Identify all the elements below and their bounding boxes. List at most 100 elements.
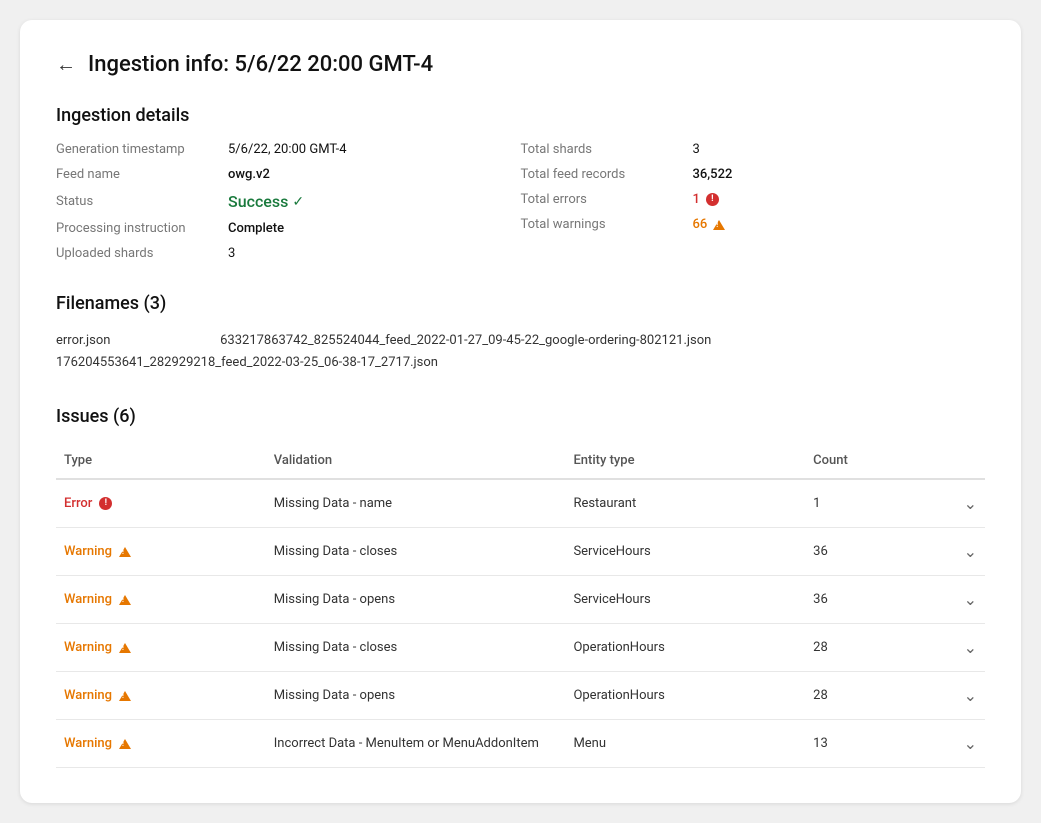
type-warning-cell: Warning: [64, 592, 258, 607]
total-shards-row: Total shards 3: [521, 142, 986, 157]
page-title: Ingestion info: 5/6/22 20:00 GMT-4: [88, 52, 433, 77]
row-warning-icon: [119, 691, 131, 701]
uploaded-shards-label: Uploaded shards: [56, 246, 216, 261]
entity-type-cell: Menu: [565, 720, 805, 768]
back-button[interactable]: ←: [56, 52, 76, 77]
count-cell: 36: [805, 528, 925, 576]
total-warnings-badge: 66: [693, 217, 726, 232]
status-label: Status: [56, 194, 216, 209]
count-cell: 28: [805, 624, 925, 672]
total-warnings-value: 66: [693, 217, 708, 232]
ingestion-details-section: Ingestion details Generation timestamp 5…: [56, 105, 985, 261]
type-error-cell: Error !: [64, 496, 258, 511]
expand-row-button[interactable]: ⌄: [964, 590, 977, 609]
uploaded-shards-row: Uploaded shards 3: [56, 246, 521, 261]
generation-timestamp-row: Generation timestamp 5/6/22, 20:00 GMT-4: [56, 142, 521, 157]
validation-cell: Missing Data - closes: [266, 624, 566, 672]
generation-timestamp-label: Generation timestamp: [56, 142, 216, 157]
feed-name-value: owg.v2: [228, 167, 270, 182]
entity-type-cell: ServiceHours: [565, 576, 805, 624]
col-header-action: [925, 443, 985, 479]
main-card: ← Ingestion info: 5/6/22 20:00 GMT-4 Ing…: [20, 20, 1021, 803]
total-errors-value: 1: [693, 192, 700, 207]
details-left-col: Generation timestamp 5/6/22, 20:00 GMT-4…: [56, 142, 521, 261]
filenames-title: Filenames (3): [56, 293, 985, 314]
table-row: Warning Missing Data - opensServiceHours…: [56, 576, 985, 624]
issues-section: Issues (6) Type Validation Entity type C…: [56, 406, 985, 768]
feed-name-row: Feed name owg.v2: [56, 167, 521, 182]
ingestion-details-title: Ingestion details: [56, 105, 985, 126]
table-row: Warning Missing Data - closesServiceHour…: [56, 528, 985, 576]
table-row: Warning Missing Data - closesOperationHo…: [56, 624, 985, 672]
validation-cell: Missing Data - name: [266, 479, 566, 528]
total-feed-records-label: Total feed records: [521, 167, 681, 182]
col-header-count: Count: [805, 443, 925, 479]
entity-type-cell: Restaurant: [565, 479, 805, 528]
row-type-label: Warning: [64, 736, 112, 751]
row-type-label: Warning: [64, 688, 112, 703]
row-warning-icon: [119, 739, 131, 749]
processing-instruction-value: Complete: [228, 221, 284, 236]
total-errors-badge: 1 !: [693, 192, 719, 207]
total-shards-label: Total shards: [521, 142, 681, 157]
type-warning-cell: Warning: [64, 640, 258, 655]
status-value: Success ✓: [228, 192, 304, 211]
row-warning-icon: [119, 547, 131, 557]
entity-type-cell: ServiceHours: [565, 528, 805, 576]
feed-name-label: Feed name: [56, 167, 216, 182]
table-row: Error ! Missing Data - nameRestaurant1 ⌄: [56, 479, 985, 528]
filename-1: error.json 633217863742_825524044_feed_2…: [56, 330, 985, 352]
total-shards-value: 3: [693, 142, 700, 157]
total-errors-label: Total errors: [521, 192, 681, 207]
entity-type-cell: OperationHours: [565, 672, 805, 720]
entity-type-cell: OperationHours: [565, 624, 805, 672]
generation-timestamp-value: 5/6/22, 20:00 GMT-4: [228, 142, 347, 157]
issues-table-header: Type Validation Entity type Count: [56, 443, 985, 479]
count-cell: 28: [805, 672, 925, 720]
validation-cell: Missing Data - closes: [266, 528, 566, 576]
details-right-col: Total shards 3 Total feed records 36,522…: [521, 142, 986, 261]
processing-instruction-label: Processing instruction: [56, 221, 216, 236]
row-warning-icon: [119, 643, 131, 653]
col-header-entity-type: Entity type: [565, 443, 805, 479]
issues-table: Type Validation Entity type Count Error …: [56, 443, 985, 768]
filename-list: error.json 633217863742_825524044_feed_2…: [56, 330, 985, 374]
total-warnings-label: Total warnings: [521, 217, 681, 232]
type-warning-cell: Warning: [64, 544, 258, 559]
row-type-label: Warning: [64, 544, 112, 559]
total-errors-row: Total errors 1 !: [521, 192, 986, 207]
row-error-icon: !: [99, 497, 112, 510]
type-warning-cell: Warning: [64, 736, 258, 751]
details-grid: Generation timestamp 5/6/22, 20:00 GMT-4…: [56, 142, 985, 261]
validation-cell: Incorrect Data - MenuItem or MenuAddonIt…: [266, 720, 566, 768]
row-type-label: Warning: [64, 640, 112, 655]
type-warning-cell: Warning: [64, 688, 258, 703]
count-cell: 36: [805, 576, 925, 624]
expand-row-button[interactable]: ⌄: [964, 734, 977, 753]
expand-row-button[interactable]: ⌄: [964, 542, 977, 561]
validation-cell: Missing Data - opens: [266, 672, 566, 720]
issues-title: Issues (6): [56, 406, 985, 427]
status-row: Status Success ✓: [56, 192, 521, 211]
count-cell: 13: [805, 720, 925, 768]
total-feed-records-row: Total feed records 36,522: [521, 167, 986, 182]
count-cell: 1: [805, 479, 925, 528]
table-row: Warning Missing Data - opensOperationHou…: [56, 672, 985, 720]
validation-cell: Missing Data - opens: [266, 576, 566, 624]
error-icon: !: [706, 193, 719, 206]
row-warning-icon: [119, 595, 131, 605]
filenames-section: Filenames (3) error.json 633217863742_82…: [56, 293, 985, 374]
warning-icon: [713, 220, 725, 230]
row-type-label: Error: [64, 496, 92, 511]
expand-row-button[interactable]: ⌄: [964, 494, 977, 513]
page-header: ← Ingestion info: 5/6/22 20:00 GMT-4: [56, 52, 985, 77]
filename-2: 176204553641_282929218_feed_2022-03-25_0…: [56, 352, 985, 374]
table-row: Warning Incorrect Data - MenuItem or Men…: [56, 720, 985, 768]
total-feed-records-value: 36,522: [693, 167, 733, 182]
check-icon: ✓: [292, 194, 304, 210]
uploaded-shards-value: 3: [228, 246, 235, 261]
expand-row-button[interactable]: ⌄: [964, 686, 977, 705]
processing-instruction-row: Processing instruction Complete: [56, 221, 521, 236]
total-warnings-row: Total warnings 66: [521, 217, 986, 232]
expand-row-button[interactable]: ⌄: [964, 638, 977, 657]
